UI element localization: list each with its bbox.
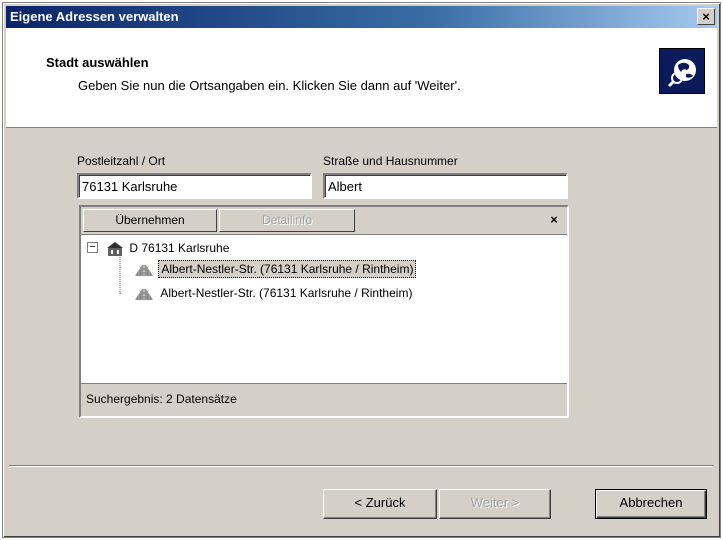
tree-item-2[interactable]: Albert-Nestler-Str. (76131 Karlsruhe / R… bbox=[133, 283, 414, 303]
tree-root-label: D 76131 Karlsruhe bbox=[129, 241, 230, 255]
cancel-button[interactable]: Abbrechen bbox=[595, 489, 707, 519]
dialog-window: Eigene Adressen verwalten × Stadt auswäh… bbox=[2, 2, 721, 538]
close-button[interactable]: × bbox=[697, 8, 715, 25]
tree-item-label: Albert-Nestler-Str. (76131 Karlsruhe / R… bbox=[158, 260, 417, 278]
street-icon bbox=[135, 288, 153, 300]
page-title: Stadt auswählen bbox=[46, 55, 149, 70]
title-bar[interactable]: Eigene Adressen verwalten × bbox=[6, 6, 717, 28]
tree-item-label: Albert-Nestler-Str. (76131 Karlsruhe / R… bbox=[160, 286, 413, 300]
results-tree: − D 76131 Karlsruhe Albert-Nestler-Str. … bbox=[81, 235, 567, 385]
detail-info-button[interactable]: Detailinfo bbox=[219, 209, 355, 232]
footer-divider bbox=[9, 465, 714, 467]
city-building-icon bbox=[107, 241, 123, 256]
street-icon bbox=[135, 264, 153, 276]
next-button[interactable]: Weiter > bbox=[439, 489, 551, 519]
window-title: Eigene Adressen verwalten bbox=[10, 9, 179, 24]
apply-button[interactable]: Übernehmen bbox=[83, 209, 217, 232]
results-panel: Übernehmen Detailinfo × − D 76131 Karlsr… bbox=[79, 205, 569, 418]
street-label: Straße und Hausnummer bbox=[323, 154, 458, 168]
street-input[interactable]: Albert bbox=[323, 173, 568, 199]
page-subtitle: Geben Sie nun die Ortsangaben ein. Klick… bbox=[78, 78, 461, 93]
tree-root-node[interactable]: D 76131 Karlsruhe bbox=[106, 238, 231, 258]
results-toolbar: Übernehmen Detailinfo × bbox=[81, 207, 567, 235]
panel-close-icon[interactable]: × bbox=[543, 210, 565, 231]
globe-search-icon bbox=[659, 48, 705, 94]
status-bar: Suchergebnis: 2 Datensätze bbox=[81, 383, 567, 416]
postal-city-label: Postleitzahl / Ort bbox=[77, 154, 166, 168]
wizard-header: Stadt auswählen Geben Sie nun die Ortsan… bbox=[6, 28, 717, 128]
back-button[interactable]: < Zurück bbox=[323, 489, 437, 519]
tree-item-1[interactable]: Albert-Nestler-Str. (76131 Karlsruhe / R… bbox=[133, 259, 417, 279]
postal-city-input[interactable]: 76131 Karlsruhe bbox=[77, 173, 312, 199]
tree-collapse-icon[interactable]: − bbox=[87, 242, 98, 253]
